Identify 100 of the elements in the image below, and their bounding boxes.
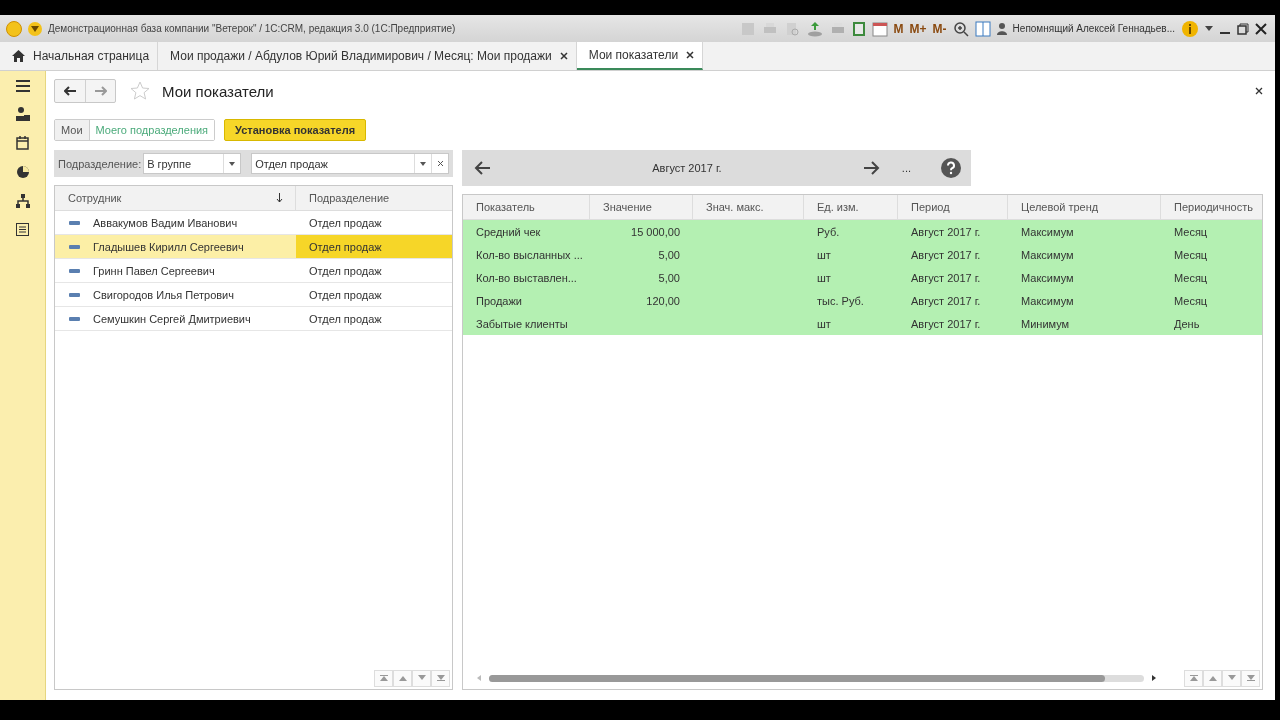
dropdown-icon[interactable] [229,161,236,166]
column-header[interactable]: Подразделение [296,186,452,210]
memory-button[interactable]: M- [932,21,947,36]
memory-button[interactable]: M [893,21,904,36]
table-cell: 15 000,00 [631,225,680,238]
close-icon[interactable] [1255,22,1267,35]
set-indicator-button[interactable]: Установка показателя [224,119,367,141]
employee-icon [69,268,80,273]
down-triangle-icon [436,675,445,681]
more-button[interactable]: ... [901,162,911,174]
scroll-down-button[interactable] [412,669,431,687]
table-cell: Максимум [1021,248,1074,261]
table-cell: Август 2017 г. [911,225,981,238]
scroll-first-button[interactable] [374,669,393,687]
scroll-up-button[interactable] [393,669,412,687]
department-field[interactable]: Отдел продаж [251,153,449,174]
column-header[interactable]: Знач. макс. [693,195,804,219]
panel-icon[interactable] [974,20,991,37]
table-row[interactable]: Гладышев Кирилл Сергеевич Отдел продаж [55,235,452,259]
menu-icon[interactable] [15,80,30,92]
table-cell: шт [817,317,831,330]
people-icon[interactable] [15,107,30,121]
previous-icon[interactable] [474,161,490,175]
upload-icon[interactable] [805,20,824,37]
condition-field[interactable]: В группе [143,153,242,174]
close-icon[interactable] [559,52,568,60]
calendar-icon[interactable] [871,20,888,37]
column-header[interactable]: Сотрудник [55,186,296,210]
memory-button[interactable]: M+ [909,21,927,36]
table-cell: Максимум [1021,225,1074,238]
back-arrow-icon [64,86,76,96]
caret-icon[interactable] [1205,26,1213,31]
column-header[interactable]: Периодичность [1161,195,1265,219]
calendar-icon[interactable] [16,136,29,150]
up-triangle-icon [379,675,388,681]
pie-chart-icon[interactable] [15,165,30,179]
hierarchy-icon[interactable] [15,194,30,208]
table-row[interactable]: Семушкин Сергей Дмитриевич Отдел продаж [55,307,452,331]
scroll-last-button[interactable] [1241,669,1260,687]
clear-icon[interactable] [436,160,444,167]
scroll-last-button[interactable] [431,669,450,687]
table-cell: Кол-во выставлен... [476,271,577,284]
table-row[interactable]: Забытые клиенты шт Август 2017 г. Минимум День [463,312,1262,335]
table-row[interactable]: Гринн Павел Сергеевич Отдел продаж [55,259,452,283]
table-cell: Месяц [1174,225,1208,238]
tab[interactable]: Мои показатели [576,42,704,70]
employee-icon [69,316,80,321]
close-icon[interactable] [1255,87,1263,95]
table-cell: Минимум [1021,317,1070,330]
column-header[interactable]: Период [898,195,1008,219]
table-cell: Месяц [1174,271,1208,284]
forward-arrow-icon [94,86,107,96]
employee-icon [69,244,80,249]
table-cell: шт [817,271,831,284]
scroll-first-button[interactable] [1184,669,1203,687]
close-icon[interactable] [686,51,695,59]
table-cell: Семушкин Сергей Дмитриевич [93,312,251,325]
table-cell: 120,00 [646,294,680,307]
user-name[interactable]: Непомнящий Алексей Геннадьев... [1012,23,1175,34]
tab[interactable]: Начальная страница [0,42,159,70]
info-icon[interactable] [1181,19,1199,38]
table-row[interactable]: Кол-во высланных ... 5,00 шт Август 2017 г. Максимум Месяц [463,243,1262,266]
scroll-up-button[interactable] [1203,669,1222,687]
down-triangle-icon [1246,675,1255,681]
page-title: Мои показатели [162,82,274,100]
horizontal-scrollbar[interactable] [489,674,1144,682]
table-cell: Август 2017 г. [911,271,981,284]
scroll-down-button[interactable] [1222,669,1241,687]
next-icon[interactable] [863,161,880,175]
help-icon[interactable] [941,158,961,178]
table-row[interactable]: Продажи 120,00 тыс. Руб. Август 2017 г. Максимум Месяц [463,289,1262,312]
home-icon [12,50,25,62]
column-header[interactable]: Показатель [463,195,590,219]
restore-icon[interactable] [1237,22,1249,35]
filter-button[interactable]: Мои [55,120,89,140]
table-row[interactable]: Кол-во выставлен... 5,00 шт Август 2017 г. Максимум Месяц [463,266,1262,289]
column-header[interactable]: Ед. изм. [804,195,898,219]
table-cell: Забытые клиенты [476,317,568,330]
table-cell: Месяц [1174,294,1208,307]
table-cell: Аввакумов Вадим Иванович [93,216,238,229]
column-header[interactable]: Значение [590,195,693,219]
table-cell: Отдел продаж [309,216,382,229]
tab[interactable]: Мои продажи / Абдулов Юрий Владимирович / Месяц: Мои продажи [158,42,577,70]
table-cell: Август 2017 г. [911,294,981,307]
table-row[interactable]: Средний чек 15 000,00 Руб. Август 2017 г. Максимум Месяц [463,220,1262,243]
sort-down-icon[interactable] [276,193,283,203]
main-menu-icon[interactable] [28,21,42,36]
star-icon[interactable] [130,81,150,101]
table-cell: Кол-во высланных ... [476,248,583,261]
table-row[interactable]: Свигородов Илья Петрович Отдел продаж [55,283,452,307]
calculator-icon[interactable] [851,20,866,37]
zoom-icon[interactable] [952,20,969,37]
table-cell: Отдел продаж [309,240,382,253]
table-cell: 5,00 [658,271,680,284]
settings-panel-icon[interactable] [16,223,29,236]
scroll-right-icon[interactable] [1152,675,1156,681]
column-header[interactable]: Целевой тренд [1008,195,1161,219]
table-cell: 5,00 [658,248,680,261]
dropdown-icon[interactable] [420,161,426,166]
period-label: Август 2017 г. [651,162,723,174]
